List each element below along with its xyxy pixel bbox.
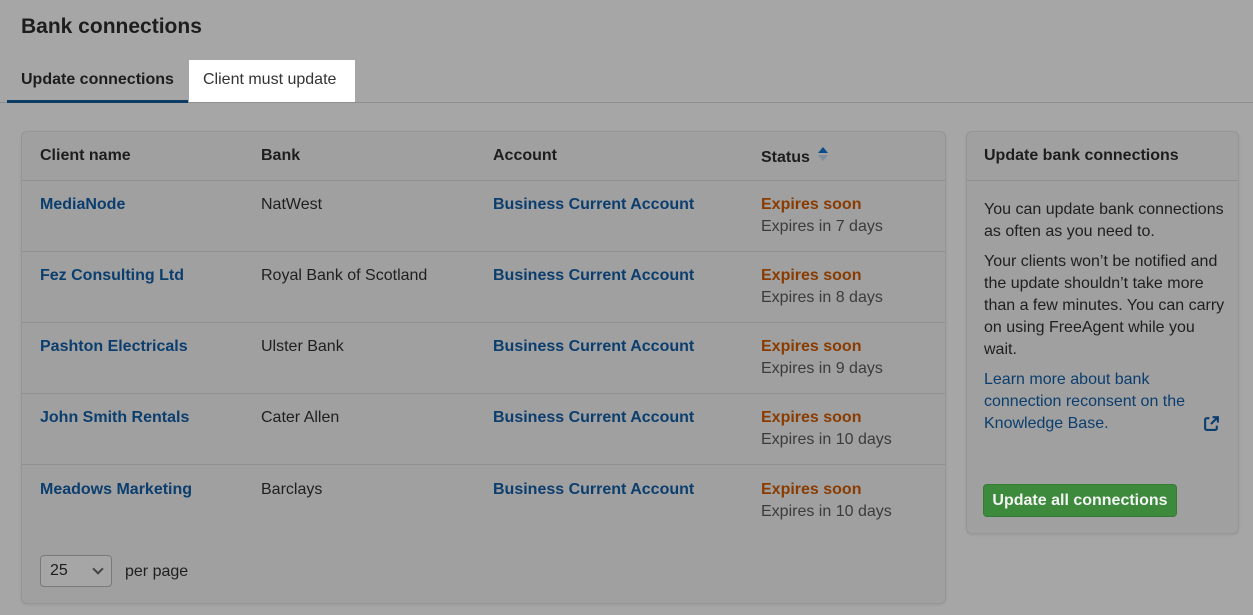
chevron-down-icon (92, 563, 104, 575)
status-detail: Expires in 7 days (761, 218, 883, 235)
status-detail: Expires in 9 days (761, 360, 883, 377)
status-title: Expires soon (761, 267, 862, 284)
tab-bar: Update connections Client must update (0, 60, 1253, 103)
per-page-value: 25 (50, 562, 68, 579)
sort-icon[interactable] (817, 147, 828, 163)
table-row: John Smith Rentals Cater Allen Business … (22, 394, 945, 465)
header-account[interactable]: Account (493, 147, 557, 165)
status-title: Expires soon (761, 196, 862, 213)
client-name-link[interactable]: MediaNode (40, 196, 125, 214)
account-link[interactable]: Business Current Account (493, 196, 694, 214)
panel-paragraph: You can update bank connections as often… (984, 201, 1224, 240)
account-link[interactable]: Business Current Account (493, 409, 694, 427)
status-cell: Expires soon Expires in 7 days (761, 196, 883, 236)
external-link-icon[interactable] (1203, 415, 1220, 432)
tab-update-connections[interactable]: Update connections (7, 60, 188, 103)
bank-name: Royal Bank of Scotland (261, 267, 428, 284)
connections-table-card: Client name Bank Account Status MediaNod… (21, 131, 946, 604)
status-cell: Expires soon Expires in 8 days (761, 267, 883, 307)
client-name-link[interactable]: Fez Consulting Ltd (40, 267, 184, 285)
status-title: Expires soon (761, 338, 862, 355)
bank-name: NatWest (261, 196, 323, 213)
status-cell: Expires soon Expires in 9 days (761, 338, 883, 378)
account-link[interactable]: Business Current Account (493, 267, 694, 285)
panel-title: Update bank connections (967, 132, 1238, 181)
page-title: Bank connections (21, 15, 202, 38)
client-name-link[interactable]: John Smith Rentals (40, 409, 189, 427)
bank-name: Ulster Bank (261, 338, 344, 355)
header-bank[interactable]: Bank (261, 147, 300, 165)
header-status[interactable]: Status (761, 147, 828, 167)
status-title: Expires soon (761, 481, 862, 498)
client-name-link[interactable]: Meadows Marketing (40, 481, 192, 499)
status-cell: Expires soon Expires in 10 days (761, 409, 892, 449)
table-row: MediaNode NatWest Business Current Accou… (22, 181, 945, 252)
update-all-connections-button[interactable]: Update all connections (983, 484, 1177, 517)
client-name-link[interactable]: Pashton Electricals (40, 338, 188, 356)
per-page-select[interactable]: 25 (40, 555, 112, 587)
header-status-label: Status (761, 149, 810, 166)
table-row: Meadows Marketing Barclays Business Curr… (22, 466, 945, 537)
per-page-label: per page (125, 563, 189, 580)
bank-name: Barclays (261, 481, 323, 498)
account-link[interactable]: Business Current Account (493, 338, 694, 356)
knowledge-base-link[interactable]: Learn more about bank connection reconse… (984, 369, 1198, 435)
status-detail: Expires in 10 days (761, 431, 892, 448)
panel-paragraph: Your clients won’t be notified and the u… (984, 253, 1225, 358)
status-detail: Expires in 10 days (761, 503, 892, 520)
table-row: Pashton Electricals Ulster Bank Business… (22, 323, 945, 394)
panel-body: You can update bank connections as often… (984, 199, 1226, 435)
status-cell: Expires soon Expires in 10 days (761, 481, 892, 521)
bank-name: Cater Allen (261, 409, 340, 426)
update-info-panel: Update bank connections You can update b… (966, 131, 1239, 534)
account-link[interactable]: Business Current Account (493, 481, 694, 499)
tab-client-must-update[interactable]: Client must update (189, 60, 355, 102)
table-row: Fez Consulting Ltd Royal Bank of Scotlan… (22, 252, 945, 323)
table-header: Client name Bank Account Status (22, 132, 945, 181)
status-detail: Expires in 8 days (761, 289, 883, 306)
header-client-name[interactable]: Client name (40, 147, 131, 165)
status-title: Expires soon (761, 409, 862, 426)
